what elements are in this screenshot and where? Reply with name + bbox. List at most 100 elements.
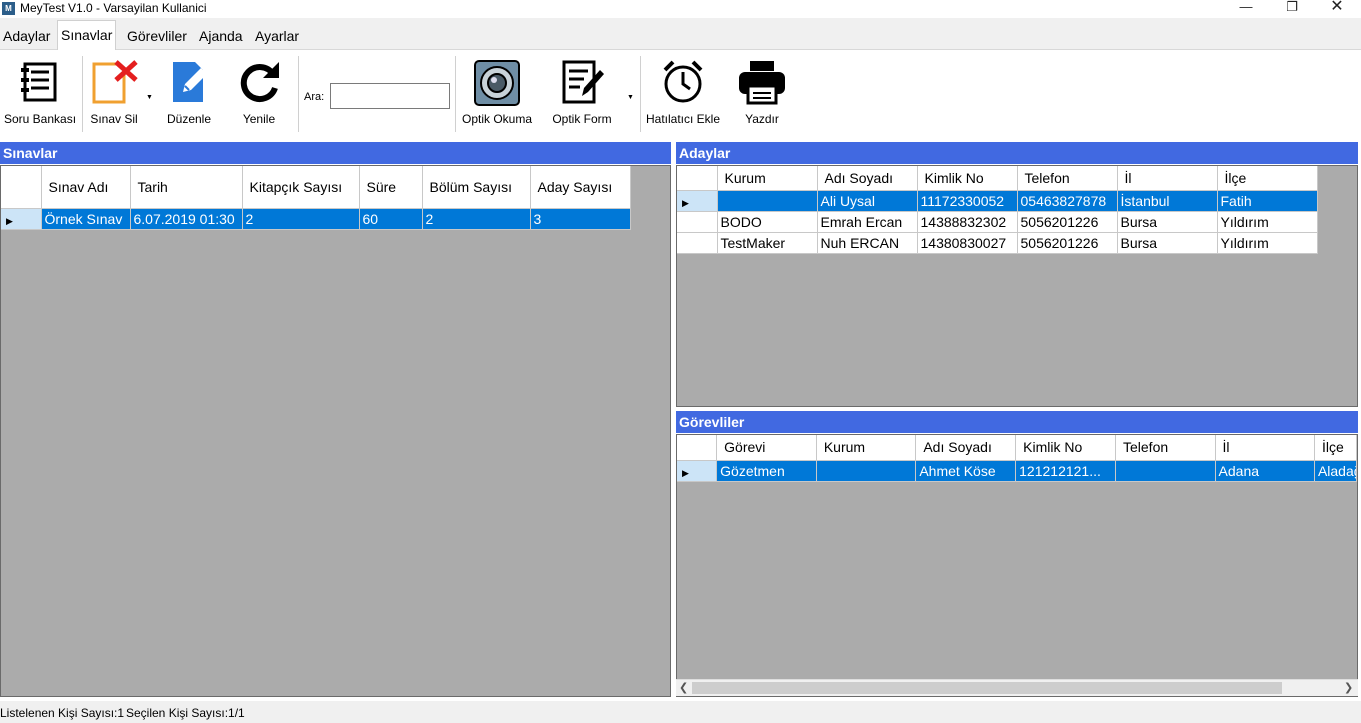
table-row[interactable]: BODO Emrah Ercan 14388832302 5056201226 … — [677, 211, 1318, 233]
optik-okuma-button[interactable]: Optik Okuma — [458, 58, 536, 126]
col-adi-soyadi[interactable]: Adı Soyadı — [817, 166, 918, 191]
sinav-sil-dropdown-icon[interactable]: ▼ — [146, 94, 153, 101]
col-kimlik-no[interactable]: Kimlik No — [1015, 435, 1116, 461]
cell-kurum[interactable] — [717, 190, 818, 212]
duzenle-button[interactable]: Düzenle — [160, 58, 218, 126]
row-pointer-icon: ▶ — [6, 215, 13, 226]
toolbar-divider — [298, 56, 299, 132]
staff-horizontal-scrollbar[interactable]: ❮ ❯ — [676, 679, 1358, 696]
exams-table: Sınav Adı Tarih Kitapçık Sayısı Süre Böl… — [1, 166, 631, 230]
scrollbar-thumb[interactable] — [692, 682, 1282, 694]
search-input[interactable] — [330, 83, 450, 109]
soru-bankasi-label: Soru Bankası — [4, 112, 77, 126]
col-sure[interactable]: Süre — [359, 166, 423, 209]
row-selector[interactable] — [677, 211, 718, 233]
window-title: MeyTest V1.0 - Varsayilan Kullanici — [20, 1, 207, 15]
cell-tarih[interactable]: 6.07.2019 01:30 — [130, 208, 243, 230]
scroll-right-icon[interactable]: ❯ — [1344, 681, 1353, 694]
col-gorevi[interactable]: Görevi — [716, 435, 817, 461]
tab-ayarlar[interactable]: Ayarlar — [252, 25, 302, 50]
table-row[interactable]: ▶ Gözetmen Ahmet Köse 121212121... Adana… — [677, 460, 1357, 482]
col-tarih[interactable]: Tarih — [130, 166, 243, 209]
cell-kitapcik[interactable]: 2 — [242, 208, 360, 230]
exams-grid[interactable]: Sınav Adı Tarih Kitapçık Sayısı Süre Böl… — [0, 165, 671, 697]
cell-sinav-adi[interactable]: Örnek Sınav — [41, 208, 131, 230]
close-icon[interactable]: ✕ — [1317, 0, 1357, 18]
cell-kimlik-no[interactable]: 11172330052 — [917, 190, 1018, 212]
tab-sinavlar[interactable]: Sınavlar — [57, 20, 117, 51]
soru-bankasi-button[interactable]: Soru Bankası — [4, 58, 77, 126]
yenile-button[interactable]: Yenile — [230, 58, 288, 126]
row-pointer-icon: ▶ — [682, 467, 689, 478]
cell-adi-soyadi[interactable]: Emrah Ercan — [817, 211, 918, 233]
cell-adi-soyadi[interactable]: Ahmet Köse — [915, 460, 1017, 482]
restore-icon[interactable]: ❐ — [1272, 0, 1312, 18]
cell-ilce[interactable]: Yıldırım — [1217, 211, 1318, 233]
cell-kurum[interactable]: BODO — [717, 211, 818, 233]
col-adi-soyadi[interactable]: Adı Soyadı — [915, 435, 1017, 461]
col-bolum-sayisi[interactable]: Bölüm Sayısı — [422, 166, 531, 209]
status-bar: Listelenen Kişi Sayısı:1 Seçilen Kişi Sa… — [0, 701, 1361, 723]
cell-il[interactable]: İstanbul — [1117, 190, 1218, 212]
sinav-sil-button[interactable]: Sınav Sil — [86, 58, 142, 126]
tab-gorevliler[interactable]: Görevliler — [124, 25, 190, 50]
cell-kurum[interactable]: TestMaker — [717, 232, 818, 254]
toolbar-divider — [455, 56, 456, 132]
col-kitapcik-sayisi[interactable]: Kitapçık Sayısı — [242, 166, 360, 209]
cell-telefon[interactable]: 5056201226 — [1017, 211, 1118, 233]
row-selector[interactable]: ▶ — [677, 190, 718, 212]
cell-ilce[interactable]: Fatih — [1217, 190, 1318, 212]
col-il[interactable]: İl — [1117, 166, 1218, 191]
tab-ajanda[interactable]: Ajanda — [196, 25, 246, 50]
cell-bolum[interactable]: 2 — [422, 208, 531, 230]
hatirlatici-ekle-button[interactable]: Hatılatıcı Ekle — [643, 58, 723, 126]
col-ilce[interactable]: İlçe — [1314, 435, 1357, 461]
cell-aday[interactable]: 3 — [530, 208, 631, 230]
col-kimlik-no[interactable]: Kimlik No — [917, 166, 1018, 191]
staff-grid[interactable]: Görevi Kurum Adı Soyadı Kimlik No Telefo… — [676, 434, 1358, 697]
cell-kimlik-no[interactable]: 121212121... — [1015, 460, 1116, 482]
col-ilce[interactable]: İlçe — [1217, 166, 1318, 191]
cell-il[interactable]: Adana — [1215, 460, 1315, 482]
optik-form-button[interactable]: Optik Form — [546, 58, 618, 126]
cell-telefon[interactable]: 5056201226 — [1017, 232, 1118, 254]
scroll-left-icon[interactable]: ❮ — [679, 681, 688, 694]
table-row[interactable]: ▶ Ali Uysal 11172330052 05463827878 İsta… — [677, 190, 1318, 212]
staff-header-row: Görevi Kurum Adı Soyadı Kimlik No Telefo… — [677, 435, 1357, 461]
optik-form-dropdown-icon[interactable]: ▼ — [627, 94, 634, 101]
col-telefon[interactable]: Telefon — [1115, 435, 1216, 461]
cell-il[interactable]: Bursa — [1117, 211, 1218, 233]
col-il[interactable]: İl — [1215, 435, 1315, 461]
col-telefon[interactable]: Telefon — [1017, 166, 1118, 191]
optik-form-label: Optik Form — [552, 112, 612, 126]
yazdir-button[interactable]: Yazdır — [734, 58, 790, 126]
cell-adi-soyadi[interactable]: Ali Uysal — [817, 190, 918, 212]
cell-sure[interactable]: 60 — [359, 208, 423, 230]
hatirlatici-ekle-label: Hatılatıcı Ekle — [645, 112, 721, 126]
col-sinav-adi[interactable]: Sınav Adı — [41, 166, 131, 209]
col-kurum[interactable]: Kurum — [816, 435, 917, 461]
cell-telefon[interactable] — [1115, 460, 1216, 482]
candidates-grid[interactable]: Kurum Adı Soyadı Kimlik No Telefon İl İl… — [676, 165, 1358, 407]
optical-reader-icon — [474, 60, 520, 106]
cell-kurum[interactable] — [816, 460, 917, 482]
table-row[interactable]: ▶ Örnek Sınav 6.07.2019 01:30 2 60 2 3 — [1, 208, 631, 230]
cell-kimlik-no[interactable]: 14380830027 — [917, 232, 1018, 254]
col-kurum[interactable]: Kurum — [717, 166, 818, 191]
cell-gorevi[interactable]: Gözetmen — [716, 460, 817, 482]
row-selector[interactable]: ▶ — [1, 208, 42, 230]
cell-adi-soyadi[interactable]: Nuh ERCAN — [817, 232, 918, 254]
col-aday-sayisi[interactable]: Aday Sayısı — [530, 166, 631, 209]
row-selector[interactable]: ▶ — [677, 460, 718, 482]
minimize-icon[interactable]: — — [1226, 0, 1266, 18]
cell-ilce[interactable]: Aladağ — [1314, 460, 1357, 482]
cell-ilce[interactable]: Yıldırım — [1217, 232, 1318, 254]
table-row[interactable]: TestMaker Nuh ERCAN 14380830027 50562012… — [677, 232, 1318, 254]
row-selector[interactable] — [677, 232, 718, 254]
exams-header-row: Sınav Adı Tarih Kitapçık Sayısı Süre Böl… — [1, 166, 631, 209]
cell-telefon[interactable]: 05463827878 — [1017, 190, 1118, 212]
sinav-sil-label: Sınav Sil — [90, 112, 138, 126]
cell-kimlik-no[interactable]: 14388832302 — [917, 211, 1018, 233]
cell-il[interactable]: Bursa — [1117, 232, 1218, 254]
tab-adaylar[interactable]: Adaylar — [0, 25, 53, 50]
